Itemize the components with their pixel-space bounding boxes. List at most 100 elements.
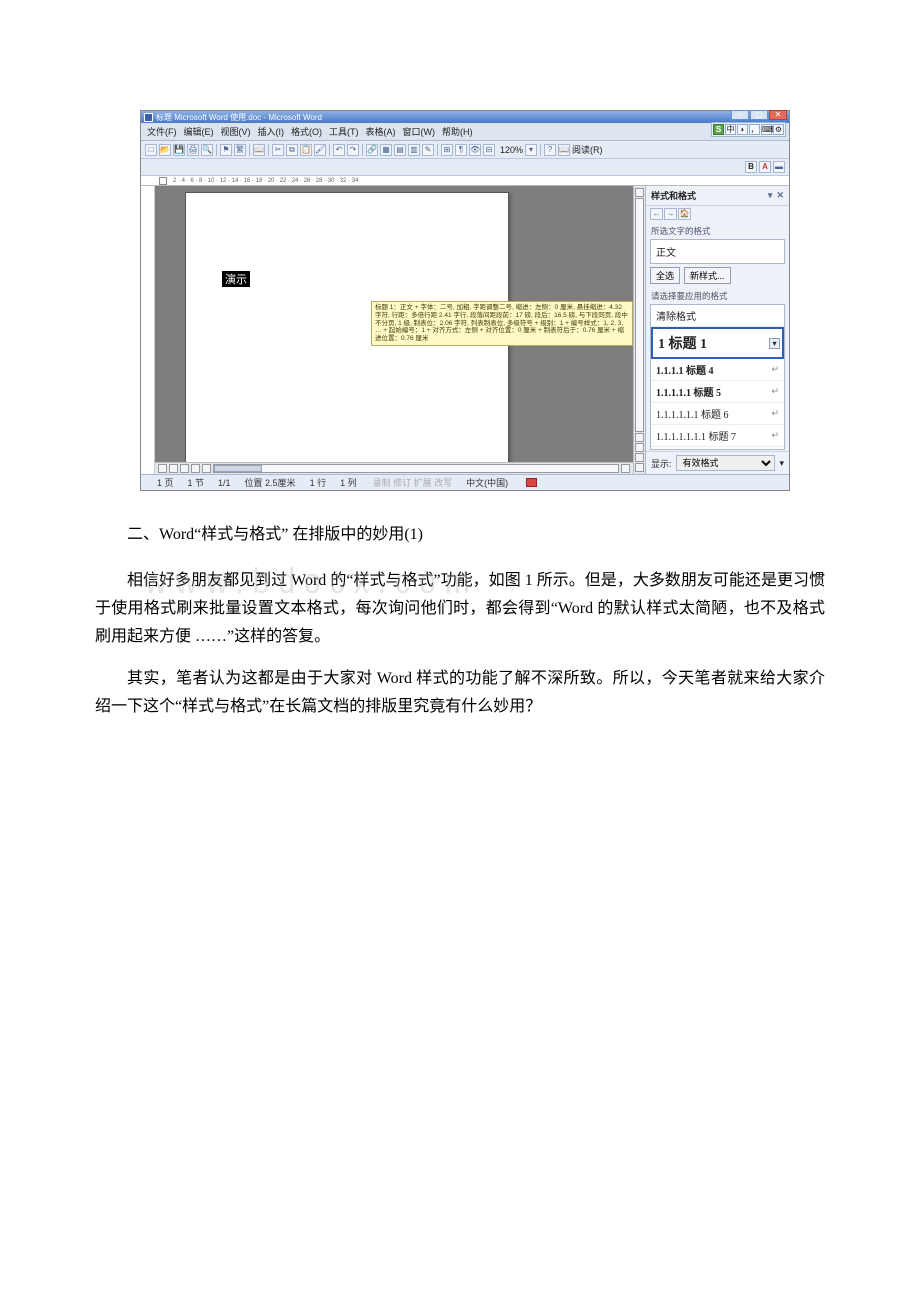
style-clear[interactable]: 清除格式 <box>651 305 784 327</box>
bold-icon[interactable]: B <box>745 161 757 173</box>
show-dropdown-icon[interactable]: ▾ <box>779 458 784 469</box>
style-tooltip: 标题 1：正文 + 字体：二号, 加粗, 字距调整二号, 缩进：左侧：0 厘米,… <box>371 301 633 346</box>
paste-icon[interactable]: 📋 <box>300 144 312 156</box>
status-language: 中文(中国) <box>466 476 508 489</box>
show-label: 显示: <box>651 457 672 470</box>
browse-select-icon[interactable] <box>635 453 644 462</box>
view-normal-icon[interactable] <box>158 464 167 473</box>
copy-icon[interactable]: ⧉ <box>286 144 298 156</box>
hscroll-track[interactable] <box>213 464 619 473</box>
pane-home-icon[interactable]: 🏠 <box>678 208 691 220</box>
menu-table[interactable]: 表格(A) <box>366 125 396 138</box>
vscroll-down-icon[interactable] <box>635 433 644 442</box>
menu-file[interactable]: 文件(F) <box>147 125 177 138</box>
ime-icon[interactable]: S <box>713 124 724 135</box>
grid-icon[interactable]: ⊟ <box>483 144 495 156</box>
style-list[interactable]: 清除格式 1 标题 1↵ ▾ 1.1.1.1 标题 4↵ 1.1.1.1.1 标… <box>650 304 785 450</box>
document-area[interactable]: 演示 标题 1：正文 + 字体：二号, 加粗, 字距调整二号, 缩进：左侧：0 … <box>155 186 633 462</box>
menu-format[interactable]: 格式(O) <box>291 125 322 138</box>
columns-icon[interactable]: ▥ <box>408 144 420 156</box>
help-icon[interactable]: ? <box>544 144 556 156</box>
formatpainter-icon[interactable]: 🖌 <box>314 144 326 156</box>
permission-icon[interactable]: ⚑ <box>220 144 232 156</box>
pane-dropdown-icon[interactable]: ▾ <box>768 190 773 201</box>
menu-tools[interactable]: 工具(T) <box>329 125 359 138</box>
ime-mode-icon[interactable]: 中 <box>725 124 736 135</box>
article-p2: 其实，笔者认为这都是由于大家对 Word 样式的功能了解不深所致。所以，今天笔者… <box>95 665 825 721</box>
formatting-toolbar: B A ▬ <box>141 159 789 176</box>
style-heading7[interactable]: 1.1.1.1.1.1.1 标题 7↵ <box>651 425 784 447</box>
pane-close-icon[interactable]: ✕ <box>776 190 784 201</box>
menu-edit[interactable]: 编辑(E) <box>184 125 214 138</box>
cut-icon[interactable]: ✂ <box>272 144 284 156</box>
new-icon[interactable]: □ <box>145 144 157 156</box>
menu-window[interactable]: 窗口(W) <box>403 125 436 138</box>
docmap-icon[interactable]: ⊞ <box>441 144 453 156</box>
style-dropdown-icon[interactable]: ▾ <box>769 338 780 349</box>
view-print-icon[interactable] <box>180 464 189 473</box>
showall-icon[interactable]: 👁 <box>469 144 481 156</box>
view-web-icon[interactable] <box>169 464 178 473</box>
ime-softkbd-icon[interactable]: ⌨ <box>761 124 772 135</box>
status-section: 1 节 <box>188 476 205 489</box>
save-icon[interactable]: 💾 <box>173 144 185 156</box>
close-button[interactable]: ✕ <box>769 110 787 120</box>
vertical-ruler <box>141 186 155 474</box>
research-icon[interactable]: 📖 <box>253 144 265 156</box>
highlight-icon[interactable]: ▬ <box>773 161 785 173</box>
ruler-tab-icon[interactable] <box>159 177 167 185</box>
view-reading-icon[interactable] <box>202 464 211 473</box>
new-style-button[interactable]: 新样式... <box>684 267 731 284</box>
drawing-icon[interactable]: ✎ <box>422 144 434 156</box>
showmarks-icon[interactable]: ¶ <box>455 144 467 156</box>
menu-view[interactable]: 视图(V) <box>221 125 251 138</box>
style-heading6[interactable]: 1.1.1.1.1.1 标题 6↵ <box>651 403 784 425</box>
style-heading8[interactable]: 1.1.1.1.1.1.1.1 标题↵ <box>651 447 784 450</box>
pane-fwd-icon[interactable]: → <box>664 208 677 220</box>
tables-icon[interactable]: ▦ <box>380 144 392 156</box>
word-screenshot: 标题 Microsoft Word 使用.doc - Microsoft Wor… <box>140 110 790 491</box>
undo-icon[interactable]: ↶ <box>333 144 345 156</box>
zoom-value[interactable]: 120% <box>500 145 523 155</box>
vertical-scrollbar[interactable] <box>633 186 645 474</box>
hscroll-thumb[interactable] <box>214 465 262 472</box>
menu-help[interactable]: 帮助(H) <box>442 125 473 138</box>
statusbar: 1 页 1 节 1/1 位置 2.5厘米 1 行 1 列 录制 修订 扩展 改写… <box>141 474 789 490</box>
style-heading1[interactable]: 1 标题 1↵ ▾ <box>651 327 784 359</box>
minimize-button[interactable]: – <box>731 110 749 120</box>
hscroll-right-icon[interactable] <box>621 464 630 473</box>
menu-insert[interactable]: 插入(I) <box>258 125 285 138</box>
preview-icon[interactable]: 🔍 <box>201 144 213 156</box>
zoom-dropdown-icon[interactable]: ▾ <box>525 144 537 156</box>
open-icon[interactable]: 📂 <box>159 144 171 156</box>
print-icon[interactable]: 🖨 <box>187 144 199 156</box>
current-format[interactable]: 正文 <box>650 239 785 264</box>
font-color-icon[interactable]: A <box>759 161 771 173</box>
hyperlink-icon[interactable]: 🔗 <box>366 144 378 156</box>
reading-label[interactable]: 阅读(R) <box>572 143 603 156</box>
style-heading4[interactable]: 1.1.1.1 标题 4↵ <box>651 359 784 381</box>
redo-icon[interactable]: ↷ <box>347 144 359 156</box>
style-heading5[interactable]: 1.1.1.1.1 标题 5↵ <box>651 381 784 403</box>
spell-icon[interactable]: 繁 <box>234 144 246 156</box>
vscroll-up-icon[interactable] <box>635 188 644 197</box>
insert-table-icon[interactable]: ▤ <box>394 144 406 156</box>
horizontal-scrollbar[interactable] <box>155 462 633 474</box>
article-heading: 二、Word“样式与格式” 在排版中的妙用(1) <box>95 521 825 549</box>
ime-punct-icon[interactable]: ， <box>749 124 760 135</box>
select-all-button[interactable]: 全选 <box>650 267 680 284</box>
horizontal-ruler: 2 · 4 · 6 · 8 · 10 · 12 · 14 · 16 · 18 ·… <box>141 176 789 186</box>
ime-settings-icon[interactable]: ⚙ <box>773 124 784 135</box>
reading-icon[interactable]: 📖 <box>558 144 570 156</box>
styles-pane: 样式和格式 ▾ ✕ ← → 🏠 所选文字的格式 正文 全选 新样式... <box>645 186 789 474</box>
pane-back-icon[interactable]: ← <box>650 208 663 220</box>
show-select[interactable]: 有效格式 <box>676 455 776 471</box>
maximize-button[interactable]: ▢ <box>750 110 768 120</box>
view-outline-icon[interactable] <box>191 464 200 473</box>
vscroll-track[interactable] <box>635 198 644 432</box>
ime-half-icon[interactable]: ◗ <box>737 124 748 135</box>
standard-toolbar: □ 📂 💾 🖨 🔍 ⚑ 繁 📖 ✂ ⧉ 📋 🖌 ↶ ↷ 🔗 ▦ ▤ ▥ ✎ <box>141 141 789 159</box>
browse-next-icon[interactable] <box>635 463 644 472</box>
browse-prev-icon[interactable] <box>635 443 644 452</box>
status-position: 位置 2.5厘米 <box>245 476 296 489</box>
